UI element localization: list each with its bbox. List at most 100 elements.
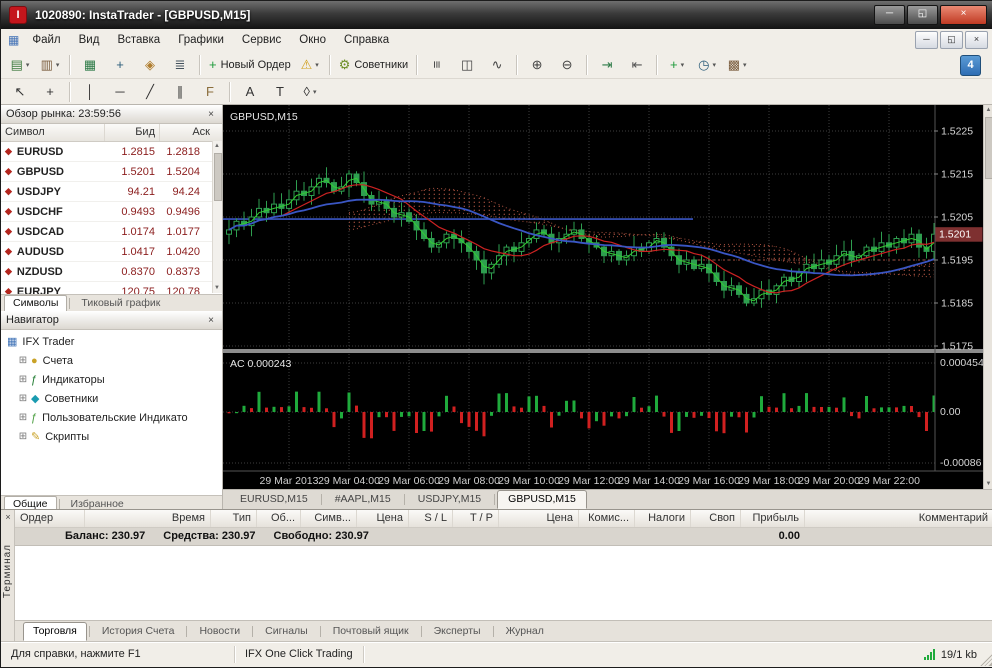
text-button[interactable]: A: [236, 81, 264, 103]
indicators-button[interactable]: + ▾: [663, 54, 691, 76]
market-watch-row[interactable]: ◆ USDJPY 94.21 94.24: [1, 182, 222, 202]
text-label-button[interactable]: T: [266, 81, 294, 103]
menu-item-3[interactable]: Графики: [169, 31, 233, 49]
menu-item-4[interactable]: Сервис: [233, 31, 290, 49]
terminal-column-8[interactable]: Цена: [499, 510, 579, 527]
market-watch-tab-1[interactable]: Тиковый график: [72, 295, 169, 312]
market-watch-row[interactable]: ◆ USDCHF 0.9493 0.9496: [1, 202, 222, 222]
terminal-column-0[interactable]: Ордер: [15, 510, 85, 527]
one-click-trading-button[interactable]: IFX One Click Trading: [235, 646, 364, 663]
horizontal-line-button[interactable]: ─: [106, 81, 134, 103]
market-watch-scrollbar[interactable]: ▲ ▼: [212, 141, 222, 293]
terminal-button[interactable]: ≣: [166, 54, 194, 76]
expert-advisors-button[interactable]: ⚙ Советники: [336, 54, 411, 76]
scroll-down-icon[interactable]: ▼: [984, 479, 992, 489]
expand-icon[interactable]: ⊞: [17, 355, 29, 366]
terminal-tab-0[interactable]: Торговля: [23, 622, 87, 641]
menu-item-1[interactable]: Вид: [70, 31, 109, 49]
market-watch-button[interactable]: ▦: [76, 54, 104, 76]
market-watch-tab-0[interactable]: Символы: [4, 295, 68, 312]
terminal-tab-4[interactable]: Почтовый ящик: [323, 622, 419, 641]
expand-icon[interactable]: ⊞: [17, 374, 29, 385]
menu-item-2[interactable]: Вставка: [108, 31, 169, 49]
column-header-2[interactable]: Аск: [160, 124, 214, 141]
navigator-button[interactable]: ◈: [136, 54, 164, 76]
expand-icon[interactable]: ⊞: [17, 431, 29, 442]
scroll-up-icon[interactable]: ▲: [984, 105, 992, 115]
terminal-column-9[interactable]: Комис...: [579, 510, 635, 527]
terminal-column-2[interactable]: Тип: [211, 510, 257, 527]
terminal-column-4[interactable]: Симв...: [301, 510, 357, 527]
chart-tab-3[interactable]: GBPUSD,M15: [497, 490, 587, 509]
menu-item-0[interactable]: Файл: [23, 31, 69, 49]
chart-window[interactable]: 1.5225 1.5215 1.5205 1.5195 1.5185 1.5175 1.52…: [223, 105, 984, 489]
terminal-tab-6[interactable]: Журнал: [496, 622, 554, 641]
chart-candles-button[interactable]: ◫: [453, 54, 481, 76]
market-watch-row[interactable]: ◆ NZDUSD 0.8370 0.8373: [1, 262, 222, 282]
terminal-column-13[interactable]: Комментарий: [805, 510, 992, 527]
new-order-button[interactable]: + Новый Ордер: [206, 54, 294, 76]
chart-scrollbar[interactable]: ▲ ▼: [983, 105, 992, 489]
auto-scroll-button[interactable]: ⇥: [593, 54, 621, 76]
tree-item-4[interactable]: ⊞ ✎ Скрипты: [1, 427, 222, 446]
vertical-line-button[interactable]: │: [76, 81, 104, 103]
terminal-column-3[interactable]: Об...: [257, 510, 301, 527]
tree-root[interactable]: ▦ IFX Trader: [1, 332, 222, 351]
fibonacci-button[interactable]: F: [196, 81, 224, 103]
expand-icon[interactable]: ⊞: [17, 393, 29, 404]
terminal-tab-2[interactable]: Новости: [189, 622, 250, 641]
chart-bars-button[interactable]: ≡: [423, 54, 451, 76]
alerts-button[interactable]: ⚠ ▾: [296, 54, 324, 76]
navigator-close-icon[interactable]: ×: [205, 315, 217, 326]
terminal-tab-3[interactable]: Сигналы: [255, 622, 318, 641]
market-watch-row[interactable]: ◆ EURUSD 1.2815 1.2818: [1, 142, 222, 162]
tree-item-0[interactable]: ⊞ ● Счета: [1, 351, 222, 370]
zoom-out-button[interactable]: ⊖: [553, 54, 581, 76]
mdi-close-button[interactable]: ×: [965, 31, 988, 49]
scroll-down-icon[interactable]: ▼: [213, 283, 221, 293]
mdi-minimize-button[interactable]: ─: [915, 31, 938, 49]
terminal-column-12[interactable]: Прибыль: [741, 510, 805, 527]
terminal-column-7[interactable]: T / P: [453, 510, 499, 527]
market-watch-row[interactable]: ◆ USDCAD 1.0174 1.0177: [1, 222, 222, 242]
market-watch-row[interactable]: ◆ EURJPY 120.75 120.78: [1, 282, 222, 295]
tree-item-3[interactable]: ⊞ ƒ Пользовательские Индикато: [1, 408, 222, 427]
scrollbar-thumb[interactable]: [985, 117, 992, 179]
arrows-button[interactable]: ◊ ▾: [296, 81, 324, 103]
column-header-0[interactable]: Символ: [1, 124, 105, 141]
zoom-in-button[interactable]: ⊕: [523, 54, 551, 76]
data-window-button[interactable]: +: [106, 54, 134, 76]
crosshair-button[interactable]: +: [36, 81, 64, 103]
chart-tab-1[interactable]: #AAPL,M15: [324, 490, 402, 509]
terminal-tab-1[interactable]: История Счета: [92, 622, 185, 641]
equidistant-channel-button[interactable]: ∥: [166, 81, 194, 103]
trendline-button[interactable]: ╱: [136, 81, 164, 103]
terminal-close-icon[interactable]: ×: [2, 512, 14, 524]
chart-tab-2[interactable]: USDJPY,M15: [407, 490, 492, 509]
mdi-restore-button[interactable]: ◱: [940, 31, 963, 49]
terminal-column-6[interactable]: S / L: [409, 510, 453, 527]
terminal-tab-5[interactable]: Эксперты: [424, 622, 491, 641]
periods-button[interactable]: ◷ ▾: [693, 54, 721, 76]
resize-grip[interactable]: [979, 653, 992, 666]
market-watch-row[interactable]: ◆ GBPUSD 1.5201 1.5204: [1, 162, 222, 182]
market-watch-row[interactable]: ◆ AUDUSD 1.0417 1.0420: [1, 242, 222, 262]
menu-item-6[interactable]: Справка: [335, 31, 398, 49]
notification-badge[interactable]: 4: [960, 55, 981, 76]
close-button[interactable]: ×: [940, 5, 987, 25]
tree-item-2[interactable]: ⊞ ◆ Советники: [1, 389, 222, 408]
chart-line-button[interactable]: ∿: [483, 54, 511, 76]
terminal-column-5[interactable]: Цена: [357, 510, 409, 527]
templates-button[interactable]: ▩ ▾: [723, 54, 751, 76]
minimize-button[interactable]: ─: [874, 5, 905, 25]
expand-icon[interactable]: ⊞: [17, 412, 29, 423]
new-chart-button[interactable]: ▤ ▾: [6, 54, 34, 76]
terminal-column-10[interactable]: Налоги: [635, 510, 691, 527]
menu-item-5[interactable]: Окно: [290, 31, 335, 49]
terminal-column-11[interactable]: Своп: [691, 510, 741, 527]
tree-item-1[interactable]: ⊞ ƒ Индикаторы: [1, 370, 222, 389]
cursor-button[interactable]: ↖: [6, 81, 34, 103]
profiles-button[interactable]: ▥ ▾: [36, 54, 64, 76]
chart-tab-0[interactable]: EURUSD,M15: [229, 490, 319, 509]
column-header-1[interactable]: Бид: [105, 124, 160, 141]
